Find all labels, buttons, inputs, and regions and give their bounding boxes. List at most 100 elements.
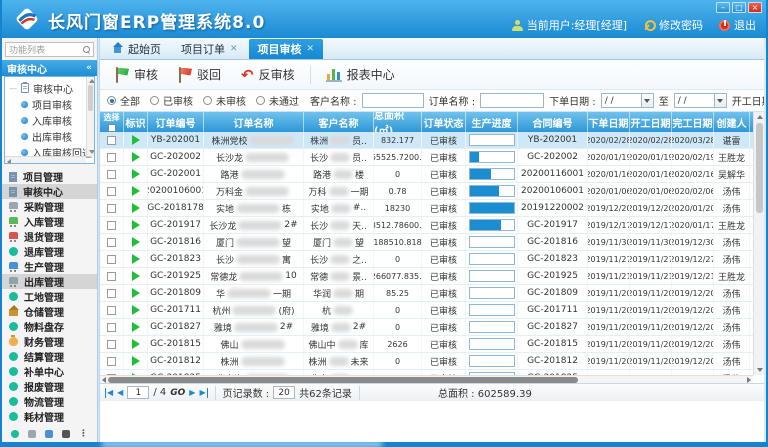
- sidebar-item-11[interactable]: 财务管理: [2, 334, 97, 349]
- calendar-dropdown-icon[interactable]: [641, 93, 654, 108]
- tree-scroll-thumb[interactable]: [88, 85, 93, 111]
- row-checkbox-cell[interactable]: [100, 302, 124, 318]
- minimize-button[interactable]: –: [716, 2, 730, 13]
- sidebar-item-7[interactable]: 出库管理: [2, 274, 97, 289]
- tree-root-item[interactable]: —审核中心: [9, 80, 94, 96]
- sidebar-item-8[interactable]: 工地管理: [2, 289, 97, 304]
- row-checkbox-cell[interactable]: [100, 166, 124, 182]
- sidebar-item-16[interactable]: 耗材管理: [2, 409, 97, 424]
- radio-未通过[interactable]: [256, 96, 265, 105]
- leaf-icon[interactable]: [45, 430, 53, 438]
- row-checkbox[interactable]: [107, 187, 116, 196]
- radio-label[interactable]: 已审核: [163, 93, 193, 108]
- 报表中心-button[interactable]: 报表中心: [317, 63, 404, 87]
- customer-name-input[interactable]: [362, 93, 424, 108]
- sidebar-item-5[interactable]: 退库管理: [2, 244, 97, 259]
- row-checkbox[interactable]: [107, 204, 116, 213]
- row-checkbox-cell[interactable]: [100, 132, 124, 148]
- scroll-down-icon[interactable]: [89, 150, 95, 154]
- scroll-up-icon[interactable]: [757, 115, 763, 119]
- row-checkbox-cell[interactable]: [100, 200, 124, 216]
- column-header-合同编号[interactable]: 合同编号: [518, 112, 588, 132]
- scroll-down-icon[interactable]: [757, 368, 763, 372]
- sidebar-item-1[interactable]: 审核中心: [2, 184, 97, 199]
- person-icon[interactable]: [62, 430, 70, 438]
- table-row[interactable]: GC-201812株洲株洲未来0已审核GC-2018122019/11/2020…: [100, 353, 753, 370]
- column-header-标识[interactable]: 标识: [124, 112, 148, 132]
- go-button[interactable]: GO: [170, 388, 185, 398]
- radio-全部[interactable]: [107, 96, 116, 105]
- more-icon[interactable]: ⋮: [79, 430, 88, 438]
- sidebar-item-13[interactable]: 补单中心: [2, 364, 97, 379]
- sidebar-item-14[interactable]: 报废管理: [2, 379, 97, 394]
- order-date-to-input[interactable]: / /: [674, 93, 727, 108]
- row-checkbox-cell[interactable]: [100, 353, 124, 369]
- row-checkbox-cell[interactable]: [100, 268, 124, 284]
- table-row[interactable]: GC-202002长沙龙长沙员..65525.7200..已审核GC-20200…: [100, 149, 753, 166]
- sidebar-panel-header[interactable]: 审核中心 «: [2, 60, 97, 76]
- tab-项目订单[interactable]: 项目订单✕: [172, 39, 247, 59]
- sidebar-item-4[interactable]: 退货管理: [2, 229, 97, 244]
- scroll-up-icon[interactable]: [89, 79, 95, 83]
- row-checkbox[interactable]: [107, 221, 116, 230]
- row-checkbox-cell[interactable]: [100, 285, 124, 301]
- column-header-完工日期[interactable]: 完工日期: [672, 112, 714, 132]
- 审核-button[interactable]: 审核: [106, 63, 167, 87]
- dot-icon[interactable]: [11, 430, 19, 438]
- tree-horizontal-scrollbar[interactable]: [5, 156, 86, 163]
- order-date-from-input[interactable]: / /: [601, 93, 654, 108]
- tree-item-1[interactable]: 入库审核: [9, 112, 94, 128]
- table-row[interactable]: GC-201917长沙龙2#长沙天..8512.78600..已审核GC-201…: [100, 217, 753, 234]
- 反审核-button[interactable]: ↶反审核: [232, 63, 304, 87]
- row-checkbox[interactable]: [107, 323, 116, 332]
- sidebar-item-12[interactable]: 结算管理: [2, 349, 97, 364]
- table-row[interactable]: GC-202001路港路港楼0已审核202001160012020/01/162…: [100, 166, 753, 183]
- first-page-button[interactable]: ◀: [105, 388, 113, 398]
- table-row[interactable]: GC-201816厦门望厦门望188510.818已审核GC-201816201…: [100, 234, 753, 251]
- column-header-订单编号[interactable]: 订单编号: [148, 112, 204, 132]
- calendar-dropdown-icon[interactable]: [714, 93, 727, 108]
- grid-horizontal-scrollbar[interactable]: [100, 375, 753, 383]
- 驳回-button[interactable]: 驳回: [169, 63, 230, 87]
- row-checkbox-cell[interactable]: [100, 183, 124, 199]
- row-checkbox-cell[interactable]: [100, 251, 124, 267]
- sidebar-item-9[interactable]: 仓储管理: [2, 304, 97, 319]
- last-page-button[interactable]: ▶: [199, 388, 207, 398]
- page-number-input[interactable]: 1: [127, 386, 149, 399]
- row-checkbox-cell[interactable]: [100, 336, 124, 352]
- row-checkbox[interactable]: [107, 306, 116, 315]
- maximize-button[interactable]: □: [732, 2, 746, 13]
- row-checkbox-cell[interactable]: [100, 217, 124, 233]
- column-header-总面积(㎡)[interactable]: 总面积(㎡): [374, 112, 422, 132]
- sidebar-item-6[interactable]: 生产管理: [2, 259, 97, 274]
- column-header-订单名称[interactable]: 订单名称: [204, 112, 304, 132]
- order-name-input[interactable]: [480, 93, 544, 108]
- scroll-left-icon[interactable]: [7, 159, 11, 165]
- table-row[interactable]: GC-201823长沙寓长沙之..0已审核GC-2018232019/11/27…: [100, 251, 753, 268]
- prev-page-button[interactable]: ◀: [117, 388, 123, 398]
- column-header-选择[interactable]: 选择: [100, 112, 124, 132]
- logout-button[interactable]: 退出: [719, 17, 756, 33]
- close-tab-icon[interactable]: ✕: [230, 44, 238, 54]
- table-row[interactable]: GC-201711杭州(府)杭0已审核GC-2017112019/11/2020…: [100, 302, 753, 319]
- tab-起始页[interactable]: 起始页: [103, 39, 170, 59]
- collapse-icon[interactable]: «: [86, 63, 92, 73]
- row-checkbox-cell[interactable]: [100, 234, 124, 250]
- sidebar-item-3[interactable]: 入库管理: [2, 214, 97, 229]
- change-password-button[interactable]: 修改密码: [643, 17, 703, 33]
- sidebar-item-0[interactable]: 项目管理: [2, 169, 97, 184]
- column-header-开工日期[interactable]: 开工日期: [630, 112, 672, 132]
- next-page-button[interactable]: ▶: [189, 388, 195, 398]
- table-row[interactable]: GC-201827雅境2#雅境2#0已审核GC-2018272019/11/20…: [100, 319, 753, 336]
- grid-vertical-scrollbar[interactable]: [753, 112, 764, 375]
- column-header-下单日期[interactable]: 下单日期: [588, 112, 630, 132]
- tree-vertical-scrollbar[interactable]: [86, 77, 94, 156]
- column-header-客户名称[interactable]: 客户名称: [304, 112, 374, 132]
- radio-label[interactable]: 未通过: [269, 93, 299, 108]
- grid-vscroll-thumb[interactable]: [756, 123, 763, 213]
- tree-item-0[interactable]: 项目审核: [9, 96, 94, 112]
- column-header-生产进度[interactable]: 生产进度: [466, 112, 518, 132]
- row-checkbox[interactable]: [107, 238, 116, 247]
- row-checkbox[interactable]: [107, 289, 116, 298]
- function-search-input[interactable]: 功能列表: [5, 42, 94, 57]
